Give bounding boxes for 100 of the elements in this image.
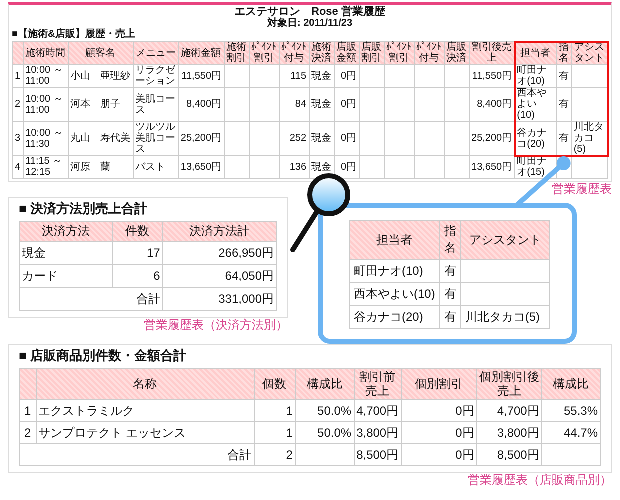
table-cell: 0円 — [334, 122, 360, 156]
column-header: 個別割引後売上 — [476, 368, 542, 400]
table-cell: 55.3% — [542, 400, 600, 422]
table-cell: 17 — [112, 242, 163, 264]
column-header: 担当者 — [350, 220, 440, 260]
column-header: ﾎﾟｲﾝﾄ付与 — [279, 42, 310, 64]
column-header: 件数 — [112, 222, 163, 242]
table-cell: 6 — [112, 264, 163, 288]
table-cell: 美肌コース — [133, 88, 178, 122]
table-cell: 谷カナコ(20) — [350, 306, 440, 328]
row-number: 1 — [12, 64, 24, 88]
table-cell: 有 — [556, 122, 572, 156]
table-cell: サンプロテクト エッセンス — [36, 422, 254, 444]
table-cell: 有 — [556, 88, 572, 122]
table-cell: バスト — [133, 156, 178, 178]
report-date: 対象日: 2011/11/23 — [266, 18, 354, 29]
table-cell: 136 — [279, 156, 310, 178]
table-cell: 有 — [440, 282, 461, 306]
section-heading: ■【施術&店販】履歴・売上 — [12, 29, 136, 40]
column-header: 施術金額 — [178, 42, 224, 64]
column-header: 名称 — [36, 368, 254, 400]
table-cell: 2 — [254, 444, 296, 466]
table-cell: 河原 蘭 — [68, 156, 134, 178]
total-label: 合計 — [20, 444, 254, 466]
table-cell: カード — [20, 264, 112, 288]
table-cell: 3,800円 — [354, 422, 402, 444]
table-cell: 丸山 寿代美 — [68, 122, 134, 156]
table-cell: 266,950円 — [162, 242, 276, 264]
table-cell: 0円 — [334, 88, 360, 122]
total-label: 合計 — [20, 288, 163, 310]
row-number: 2 — [20, 422, 36, 444]
row-number: 2 — [12, 88, 24, 122]
table-cell: 50.0% — [295, 400, 354, 422]
table-cell: 西本やよい(10) — [350, 282, 440, 306]
table-cell: 11:15 ～ 12:15 — [23, 156, 68, 178]
column-header: 店販割引 — [359, 42, 384, 64]
row-number: 4 — [12, 156, 24, 178]
column-header: 構成比 — [295, 368, 354, 400]
table-cell: 64,050円 — [162, 264, 276, 288]
column-header: ﾎﾟｲﾝﾄ割引 — [384, 42, 414, 64]
table-cell: 谷カナコ(20) — [514, 122, 556, 156]
table-cell: 0円 — [401, 444, 477, 466]
table-cell: 現金 — [20, 242, 112, 264]
caption: 営業履歴表（決済方法別） — [143, 318, 288, 333]
column-header: 施術割引 — [224, 42, 250, 64]
magnifier-icon — [289, 172, 353, 252]
column-header: 顧客名 — [68, 42, 134, 64]
table-cell: 現金 — [309, 122, 334, 156]
total-amount: 331,000円 — [162, 288, 276, 310]
table-cell: 84 — [279, 88, 310, 122]
section-heading: ■ 決済方法別売上合計 — [19, 200, 148, 218]
caption: 営業履歴表（店販商品別） — [467, 473, 612, 488]
table-cell: ツルツル美肌コース — [133, 122, 178, 156]
table-cell: 1 — [254, 422, 296, 444]
column-header: 店販金額 — [334, 42, 360, 64]
column-header: メニュー — [133, 42, 178, 64]
table-cell: 0円 — [401, 400, 477, 422]
row-number: 3 — [12, 122, 24, 156]
table-cell: 10:00 ～ 11:00 — [23, 88, 68, 122]
section-heading: ■ 店販商品別件数・金額合計 — [19, 347, 188, 365]
table-cell: 10:00 ～ 11:30 — [23, 122, 68, 156]
table-cell: リラクゼーション — [133, 64, 178, 88]
table-cell: 有 — [440, 306, 461, 328]
table-cell: 有 — [556, 64, 572, 88]
table-cell: 1 — [254, 400, 296, 422]
table-cell: 河本 朋子 — [68, 88, 134, 122]
column-header: 施術決済 — [309, 42, 334, 64]
table-cell: 13,650円 — [178, 156, 224, 178]
column-header: 施術時間 — [23, 42, 68, 64]
table-cell: 有 — [440, 260, 461, 282]
column-header: 指名 — [440, 220, 461, 260]
table-cell: 現金 — [309, 64, 334, 88]
row-number: 1 — [20, 400, 36, 422]
table-cell: 4,700円 — [476, 400, 542, 422]
caption: 営業履歴表 — [551, 182, 612, 197]
table-cell: 13,650円 — [469, 156, 515, 178]
table-cell: 小山 亜理紗 — [68, 64, 134, 88]
column-header: 決済方法 — [20, 222, 112, 242]
column-header: アシスタント — [460, 220, 550, 260]
table-cell: 現金 — [309, 88, 334, 122]
table-cell: 西本やよい(10) — [514, 88, 556, 122]
column-header: 個別割引 — [401, 368, 477, 400]
table-cell: 0円 — [401, 422, 477, 444]
table-cell: 115 — [279, 64, 310, 88]
table-cell: 4,700円 — [354, 400, 402, 422]
report-title: エステサロン Rose 営業履歴 — [234, 6, 386, 18]
table-cell: 44.7% — [542, 422, 600, 444]
column-header: 店販決済 — [444, 42, 470, 64]
table-cell: 0円 — [334, 64, 360, 88]
column-header: 割引後売上 — [469, 42, 515, 64]
table-cell: 3,800円 — [476, 422, 542, 444]
table-cell: 8,400円 — [178, 88, 224, 122]
table-cell: 10:00 ～ 11:00 — [23, 64, 68, 88]
table-cell: 町田ナオ(10) — [350, 260, 440, 282]
table-cell: 11,550円 — [178, 64, 224, 88]
table-cell: エクストラミルク — [36, 400, 254, 422]
column-header: ﾎﾟｲﾝﾄ付与 — [414, 42, 444, 64]
table-cell: 252 — [279, 122, 310, 156]
table-cell: 25,200円 — [178, 122, 224, 156]
table-cell: 8,500円 — [476, 444, 542, 466]
